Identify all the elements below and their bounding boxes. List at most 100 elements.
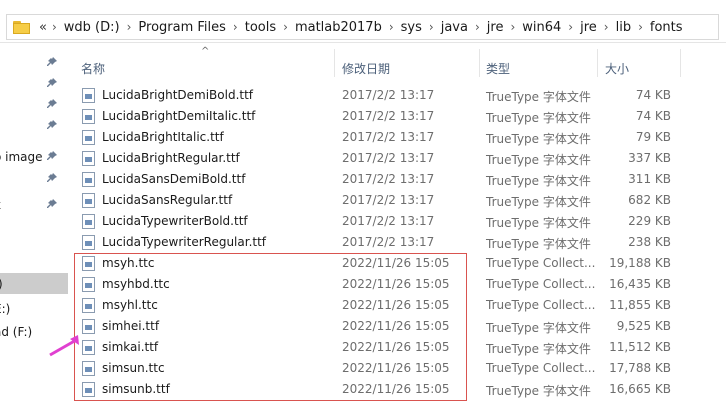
file-type: TrueType 字体文件 [486,153,591,167]
file-date: 2017/2/2 13:17 [342,88,435,102]
breadcrumb-separator-icon[interactable]: › [280,20,291,34]
file-row[interactable]: msyhbd.ttc 2022/11/26 15:05 TrueType Colle… [68,274,726,295]
file-type: TrueType Collect... [486,361,596,375]
column-divider[interactable] [597,49,598,77]
nav-item[interactable]: ) [0,249,68,270]
file-size: 17,788 KB [609,361,671,375]
address-bar-area: « › wdb (D:) › Program Files › tools › matlab20… [0,0,726,43]
breadcrumb-separator-icon[interactable]: › [426,20,437,34]
breadcrumb-separator-icon[interactable]: › [124,20,135,34]
file-row[interactable]: LucidaTypewriterRegular.ttf 2017/2/2 13:1… [68,232,726,253]
file-row[interactable]: LucidaBrightDemiItalic.ttf 2017/2/2 13:17… [68,106,726,127]
file-row[interactable]: simsun.ttc 2022/11/26 15:05 TrueType Colle… [68,358,726,379]
font-file-icon [82,382,95,397]
breadcrumb-separator-icon[interactable]: › [472,20,483,34]
breadcrumb-separator-icon[interactable]: › [565,20,576,34]
breadcrumb-item[interactable]: jre [483,20,508,35]
file-type: TrueType 字体文件 [486,195,591,209]
breadcrumb-separator-icon[interactable]: › [386,20,397,34]
file-row[interactable]: LucidaSansRegular.ttf 2017/2/2 13:17 TrueT… [68,190,726,211]
nav-item[interactable]: o image [0,146,68,167]
column-divider[interactable] [479,49,480,77]
column-header: ^ 名称 修改日期 类型 大小 [68,43,726,79]
sort-ascending-icon: ^ [201,46,210,57]
font-file-icon [82,88,95,103]
font-file-icon [82,151,95,166]
breadcrumb-item[interactable]: sys [397,20,426,35]
nav-item[interactable] [0,73,68,94]
file-row[interactable]: LucidaBrightItalic.ttf 2017/2/2 13:17 True… [68,127,726,148]
file-name: LucidaBrightRegular.ttf [102,151,240,165]
column-header-name[interactable]: 名称 [81,60,105,77]
nav-item[interactable] [0,168,68,189]
breadcrumb-item[interactable]: lib [612,20,635,35]
file-size: 16,665 KB [609,382,671,396]
column-header-type[interactable]: 类型 [486,60,510,77]
nav-item-label: ad (F:) [0,324,33,339]
file-date: 2022/11/26 15:05 [342,256,450,270]
file-type: TrueType 字体文件 [486,384,591,398]
column-header-size[interactable]: 大小 [605,60,629,77]
file-date: 2017/2/2 13:17 [342,193,435,207]
file-row[interactable]: LucidaSansDemiBold.ttf 2017/2/2 13:17 True… [68,169,726,190]
nav-item-label: :) [0,277,3,291]
file-name: LucidaSansRegular.ttf [102,193,233,207]
file-row[interactable]: msyh.ttc 2022/11/26 15:05 TrueType Collect… [68,253,726,274]
file-row[interactable]: simsunb.ttf 2022/11/26 15:05 TrueType 字体文件… [68,379,726,400]
font-file-icon [82,361,95,376]
column-divider[interactable] [334,49,335,77]
breadcrumb-separator-icon[interactable]: › [601,20,612,34]
breadcrumb-item[interactable]: wdb (D:) [60,20,124,35]
file-type: TrueType 字体文件 [486,237,591,251]
file-name: LucidaBrightItalic.ttf [102,130,224,144]
file-row[interactable]: msyhl.ttc 2022/11/26 15:05 TrueType Collec… [68,295,726,316]
breadcrumb-item[interactable]: matlab2017b [291,20,386,35]
overflow-chevron-icon[interactable]: « [37,20,49,35]
file-name: LucidaSansDemiBold.ttf [102,172,246,186]
pin-icon [47,199,57,208]
file-type: TrueType Collect... [486,277,596,291]
column-header-date[interactable]: 修改日期 [342,60,390,77]
breadcrumb-item[interactable]: Program Files [134,20,230,35]
nav-item[interactable] [0,115,68,136]
breadcrumb-separator-icon[interactable]: › [230,20,241,34]
file-size: 337 KB [628,151,671,165]
font-file-icon [82,172,95,187]
breadcrumb-separator-icon[interactable]: › [507,20,518,34]
nav-item[interactable]: :) [0,273,68,294]
file-list: ^ 名称 修改日期 类型 大小 LucidaBrightDemiBold.ttf… [68,43,726,401]
address-bar[interactable]: « › wdb (D:) › Program Files › tools › matlab20… [6,14,719,40]
file-row[interactable]: LucidaBrightDemiBold.ttf 2017/2/2 13:17 Tr… [68,85,726,106]
breadcrumb-item[interactable]: tools [241,20,280,35]
pin-icon [47,99,57,108]
font-file-icon [82,277,95,292]
file-date: 2022/11/26 15:05 [342,298,450,312]
breadcrumb-item[interactable]: java [437,20,472,35]
file-name: simkai.ttf [102,340,159,354]
breadcrumb-separator-icon[interactable]: › [49,20,60,34]
file-date: 2017/2/2 13:17 [342,130,435,144]
font-file-icon [82,214,95,229]
file-row[interactable]: LucidaTypewriterBold.ttf 2017/2/2 13:17 Tr… [68,211,726,232]
nav-item[interactable]: E:) [0,298,68,319]
file-date: 2022/11/26 15:05 [342,277,450,291]
file-name: msyhbd.ttc [102,277,170,291]
annotation-arrow-icon [49,335,79,357]
nav-item[interactable]: k [0,194,68,215]
folder-icon [13,20,31,34]
breadcrumb-separator-icon[interactable]: › [635,20,646,34]
file-size: 79 KB [635,130,671,144]
file-name: LucidaBrightDemiBold.ttf [102,88,254,102]
file-row[interactable]: LucidaBrightRegular.ttf 2017/2/2 13:17 Tru… [68,148,726,169]
nav-item[interactable] [0,216,68,237]
nav-item-label: o image [0,149,43,164]
nav-item[interactable] [0,94,68,115]
column-divider[interactable] [680,49,681,77]
file-row[interactable]: simkai.ttf 2022/11/26 15:05 TrueType 字体文件 1… [68,337,726,358]
breadcrumb-item[interactable]: fonts [646,20,687,35]
nav-item[interactable] [0,52,68,73]
file-row[interactable]: simhei.ttf 2022/11/26 15:05 TrueType 字体文件 9… [68,316,726,337]
breadcrumb-item[interactable]: win64 [518,20,565,35]
breadcrumb-item[interactable]: jre [576,20,601,35]
file-name: simsun.ttc [102,361,165,375]
